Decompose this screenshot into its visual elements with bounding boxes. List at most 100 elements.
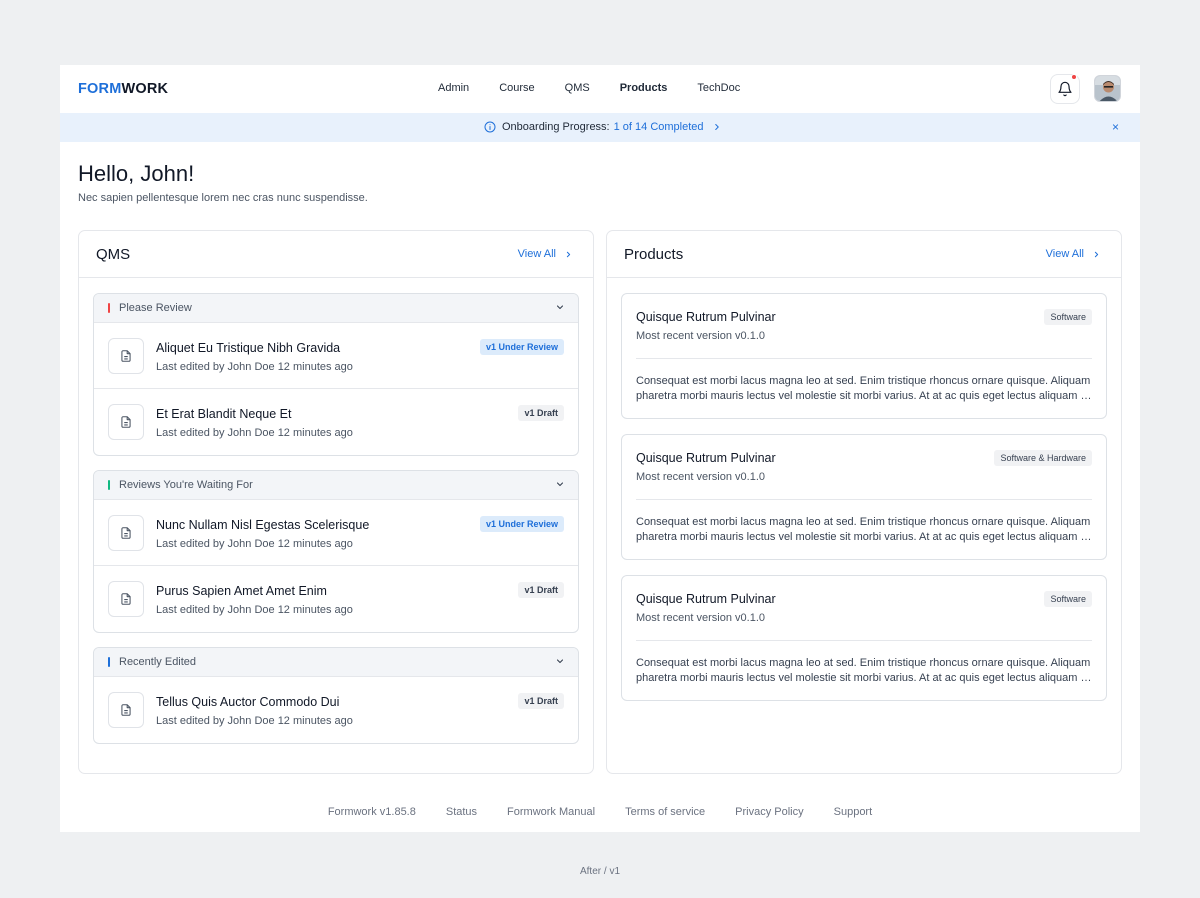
document-title: Nunc Nullam Nisl Egestas Scelerisque bbox=[156, 518, 370, 532]
chevron-down-icon[interactable] bbox=[554, 301, 566, 313]
product-title: Quisque Rutrum Pulvinar bbox=[636, 310, 776, 324]
list-item[interactable]: Aliquet Eu Tristique Nibh Gravida Last e… bbox=[94, 323, 578, 389]
footer: Formwork v1.85.8 Status Formwork Manual … bbox=[60, 806, 1140, 818]
qms-group-please-review: Please Review Aliquet Eu Tristique Nibh … bbox=[93, 293, 579, 456]
footer-link-status[interactable]: Status bbox=[446, 806, 477, 818]
product-description-line: Consequat est morbi lacus magna leo at s… bbox=[636, 657, 1091, 669]
footer-link-manual[interactable]: Formwork Manual bbox=[507, 806, 595, 818]
chevron-down-icon[interactable] bbox=[554, 655, 566, 667]
nav-item-admin[interactable]: Admin bbox=[438, 82, 469, 94]
onboarding-progress: 1 of 14 Completed bbox=[613, 121, 704, 133]
group-header[interactable]: Recently Edited bbox=[94, 648, 578, 677]
products-view-all-link[interactable]: View All bbox=[1046, 248, 1101, 260]
document-title: Purus Sapien Amet Amet Enim bbox=[156, 584, 327, 598]
document-meta: Last edited by John Doe 12 minutes ago bbox=[156, 361, 353, 373]
document-meta: Last edited by John Doe 12 minutes ago bbox=[156, 538, 353, 550]
footer-link-support[interactable]: Support bbox=[834, 806, 873, 818]
notification-dot bbox=[1071, 74, 1077, 80]
product-description-line: pharetra morbi mauris lectus vel molesti… bbox=[636, 390, 1092, 402]
bell-icon bbox=[1058, 81, 1072, 97]
qms-panel-header: QMS View All bbox=[79, 231, 593, 278]
qms-group-waiting-for: Reviews You're Waiting For Nunc Nullam N… bbox=[93, 470, 579, 633]
nav-item-qms[interactable]: QMS bbox=[565, 82, 590, 94]
document-meta: Last edited by John Doe 12 minutes ago bbox=[156, 604, 353, 616]
product-card[interactable]: Quisque Rutrum Pulvinar Most recent vers… bbox=[621, 293, 1107, 419]
nav-item-techdoc[interactable]: TechDoc bbox=[697, 82, 740, 94]
product-type-badge: Software bbox=[1044, 591, 1092, 607]
app-frame: FORMWORK Admin Course QMS Products TechD… bbox=[60, 65, 1140, 832]
document-icon bbox=[108, 581, 144, 617]
user-avatar[interactable] bbox=[1094, 75, 1121, 102]
qms-panel-title: QMS bbox=[96, 246, 131, 263]
group-label: Recently Edited bbox=[119, 656, 197, 668]
document-meta: Last edited by John Doe 12 minutes ago bbox=[156, 715, 353, 727]
product-description-line: pharetra morbi mauris lectus vel molesti… bbox=[636, 672, 1092, 684]
nav-item-products[interactable]: Products bbox=[620, 82, 668, 94]
product-description: Consequat est morbi lacus magna leo at s… bbox=[636, 515, 1092, 545]
status-badge: v1 Under Review bbox=[479, 516, 564, 532]
document-icon bbox=[108, 404, 144, 440]
product-version: Most recent version v0.1.0 bbox=[636, 330, 766, 342]
qms-group-recently-edited: Recently Edited Tellus Quis Auctor Commo… bbox=[93, 647, 579, 744]
document-icon bbox=[108, 338, 144, 374]
brand-logo-part1: FORM bbox=[78, 81, 122, 97]
list-item[interactable]: Nunc Nullam Nisl Egestas Scelerisque Las… bbox=[94, 500, 578, 566]
product-version: Most recent version v0.1.0 bbox=[636, 471, 766, 483]
product-description: Consequat est morbi lacus magna leo at s… bbox=[636, 374, 1092, 404]
status-badge: v1 Draft bbox=[518, 405, 564, 421]
group-header[interactable]: Reviews You're Waiting For bbox=[94, 471, 578, 500]
chevron-down-icon[interactable] bbox=[554, 478, 566, 490]
products-panel-title: Products bbox=[624, 246, 684, 263]
divider bbox=[636, 358, 1092, 359]
document-meta: Last edited by John Doe 12 minutes ago bbox=[156, 427, 353, 439]
view-all-label: View All bbox=[517, 248, 556, 260]
onboarding-label: Onboarding Progress: bbox=[502, 121, 610, 133]
chevron-right-icon bbox=[1094, 251, 1099, 257]
footer-version: Formwork v1.85.8 bbox=[327, 806, 416, 818]
product-description: Consequat est morbi lacus magna leo at s… bbox=[636, 656, 1092, 686]
list-item[interactable]: Purus Sapien Amet Amet Enim Last edited … bbox=[94, 566, 578, 632]
document-icon bbox=[108, 692, 144, 728]
group-label: Reviews You're Waiting For bbox=[119, 479, 253, 491]
document-icon bbox=[108, 515, 144, 551]
group-color-marker bbox=[108, 657, 110, 667]
onboarding-banner: Onboarding Progress: 1 of 14 Completed × bbox=[60, 113, 1140, 142]
product-version: Most recent version v0.1.0 bbox=[636, 612, 766, 624]
document-title: Et Erat Blandit Neque Et bbox=[156, 407, 292, 421]
document-title: Tellus Quis Auctor Commodo Dui bbox=[156, 695, 340, 709]
product-title: Quisque Rutrum Pulvinar bbox=[636, 592, 776, 606]
close-icon[interactable]: × bbox=[1112, 120, 1119, 134]
chevron-right-icon bbox=[566, 251, 571, 257]
qms-panel: QMS View All Please Review Aliquet Eu Tr… bbox=[78, 230, 594, 774]
page-title: Hello, John! bbox=[78, 161, 195, 186]
products-panel-header: Products View All bbox=[607, 231, 1121, 278]
notifications-button[interactable] bbox=[1050, 74, 1080, 104]
view-all-label: View All bbox=[1045, 248, 1084, 260]
product-description-line: Consequat est morbi lacus magna leo at s… bbox=[636, 516, 1091, 528]
group-label: Please Review bbox=[119, 302, 192, 314]
product-card[interactable]: Quisque Rutrum Pulvinar Most recent vers… bbox=[621, 575, 1107, 701]
page-caption: After / v1 bbox=[579, 866, 620, 877]
status-badge: v1 Draft bbox=[518, 582, 564, 598]
list-item[interactable]: Et Erat Blandit Neque Et Last edited by … bbox=[94, 389, 578, 455]
divider bbox=[636, 499, 1092, 500]
brand-logo-part2: WORK bbox=[121, 81, 169, 97]
product-description-line: Consequat est morbi lacus magna leo at s… bbox=[636, 375, 1091, 387]
qms-view-all-link[interactable]: View All bbox=[518, 248, 573, 260]
info-icon bbox=[484, 121, 496, 133]
brand-logo[interactable]: FORMWORK bbox=[78, 81, 168, 97]
top-navigation-bar: FORMWORK Admin Course QMS Products TechD… bbox=[60, 65, 1140, 113]
main-nav: Admin Course QMS Products TechDoc bbox=[438, 82, 770, 94]
footer-link-terms[interactable]: Terms of service bbox=[625, 806, 705, 818]
group-color-marker bbox=[108, 303, 110, 313]
status-badge: v1 Under Review bbox=[479, 339, 564, 355]
footer-link-privacy[interactable]: Privacy Policy bbox=[735, 806, 803, 818]
onboarding-link[interactable]: Onboarding Progress: 1 of 14 Completed bbox=[484, 121, 722, 133]
group-color-marker bbox=[108, 480, 110, 490]
chevron-right-icon bbox=[714, 124, 719, 130]
status-badge: v1 Draft bbox=[518, 693, 564, 709]
list-item[interactable]: Tellus Quis Auctor Commodo Dui Last edit… bbox=[94, 677, 578, 743]
product-card[interactable]: Quisque Rutrum Pulvinar Most recent vers… bbox=[621, 434, 1107, 560]
nav-item-course[interactable]: Course bbox=[499, 82, 534, 94]
group-header[interactable]: Please Review bbox=[94, 294, 578, 323]
